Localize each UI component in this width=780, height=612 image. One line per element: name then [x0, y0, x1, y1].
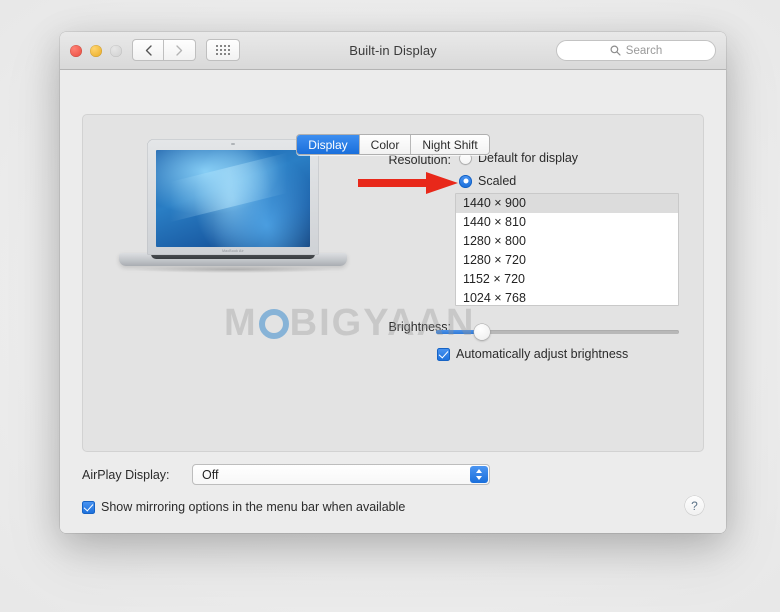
laptop-brand-label: MacBook Air	[222, 249, 244, 253]
resolution-list[interactable]: 1440 × 900 1440 × 810 1280 × 800 1280 × …	[455, 193, 679, 306]
laptop-lid: MacBook Air	[147, 139, 319, 255]
window-content: MacBook Air Resolution: Default for disp…	[60, 70, 726, 533]
red-arrow-annotation	[358, 172, 458, 194]
brightness-slider[interactable]	[436, 324, 679, 340]
help-question-mark-icon: ?	[691, 498, 698, 513]
system-preferences-window: Built-in Display Search MacBook Air Reso…	[60, 32, 726, 533]
display-settings-panel: MacBook Air Resolution: Default for disp…	[82, 114, 704, 452]
list-item[interactable]: 1280 × 800	[456, 232, 678, 251]
airplay-display-value: Off	[202, 467, 219, 482]
list-item[interactable]: 1152 × 720	[456, 270, 678, 289]
window-titlebar: Built-in Display Search	[60, 32, 726, 70]
checkbox-checked-icon	[437, 347, 450, 361]
radio-button-selected-icon	[459, 174, 472, 188]
tab-bar: Display Color Night Shift	[60, 134, 726, 155]
airplay-display-dropdown[interactable]: Off	[192, 464, 490, 485]
auto-adjust-brightness-checkbox[interactable]: Automatically adjust brightness	[437, 347, 628, 361]
chevron-updown-icon	[470, 466, 488, 483]
auto-adjust-brightness-label: Automatically adjust brightness	[456, 347, 629, 361]
radio-scaled-label: Scaled	[478, 174, 517, 188]
search-placeholder: Search	[625, 44, 663, 57]
checkbox-checked-icon	[82, 500, 95, 514]
show-mirroring-options-checkbox[interactable]: Show mirroring options in the menu bar w…	[82, 500, 405, 514]
list-item[interactable]: 1024 × 768	[456, 289, 678, 305]
search-icon	[610, 45, 621, 56]
laptop-screen	[156, 150, 310, 247]
list-item[interactable]: 1440 × 900	[456, 194, 678, 213]
tab-color[interactable]: Color	[358, 135, 411, 154]
resolution-label: Resolution:	[388, 153, 451, 167]
radio-scaled[interactable]: Scaled	[459, 174, 516, 188]
airplay-display-label: AirPlay Display:	[82, 468, 170, 482]
help-button[interactable]: ?	[685, 496, 704, 515]
laptop-shadow	[133, 266, 333, 273]
search-input[interactable]: Search	[556, 40, 716, 61]
list-item[interactable]: 1280 × 720	[456, 251, 678, 270]
tab-night-shift[interactable]: Night Shift	[410, 135, 489, 154]
slider-knob[interactable]	[474, 324, 491, 340]
display-preview-image: MacBook Air	[119, 139, 347, 289]
show-mirroring-options-label: Show mirroring options in the menu bar w…	[101, 500, 406, 514]
tab-display[interactable]: Display	[297, 135, 359, 154]
list-item[interactable]: 1440 × 810	[456, 213, 678, 232]
